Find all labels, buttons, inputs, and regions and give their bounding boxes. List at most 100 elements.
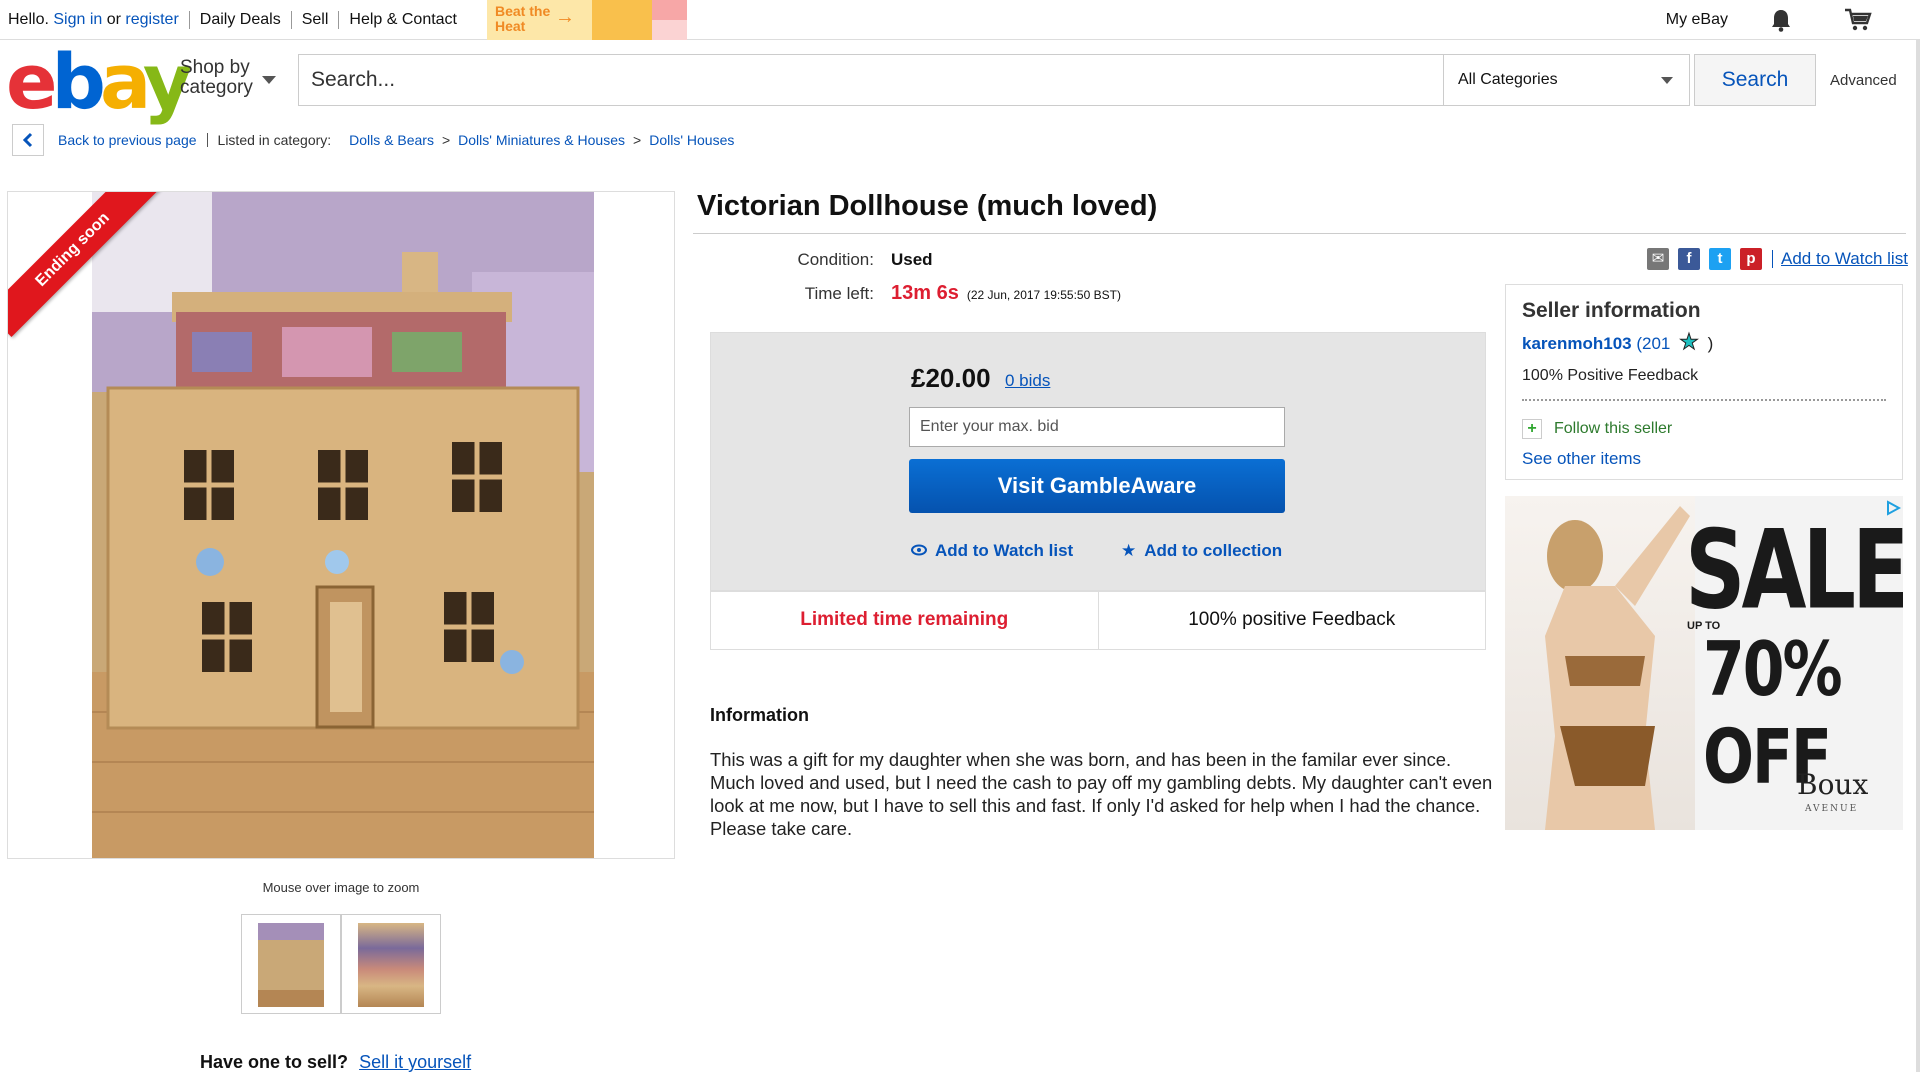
bids-link[interactable]: 0 bids <box>1005 371 1050 391</box>
breadcrumb-separator: > <box>441 132 451 148</box>
eye-icon <box>911 544 927 556</box>
search-button[interactable]: Search <box>1694 54 1816 106</box>
scrollbar[interactable] <box>1916 40 1920 1072</box>
current-price: £20.00 <box>911 363 991 393</box>
seller-positive-feedback: 100% Positive Feedback <box>1522 367 1699 384</box>
daily-deals-link[interactable]: Daily Deals <box>200 11 281 29</box>
sell-it-yourself-link[interactable]: Sell it yourself <box>359 1052 471 1072</box>
promo-banner[interactable]: Beat the Heat → <box>487 0 687 40</box>
top-bar: Hello. Sign in or register Daily Deals S… <box>0 0 1920 40</box>
my-ebay-link[interactable]: My eBay <box>1666 11 1728 29</box>
shop-by-line1: Shop by <box>180 57 250 78</box>
breadcrumb-separator: > <box>633 132 642 148</box>
or-text: or <box>106 10 121 28</box>
chevron-down-icon <box>1661 77 1673 84</box>
divider <box>290 10 292 29</box>
breadcrumb-item-miniatures[interactable]: Dolls' Miniatures & Houses <box>458 132 625 148</box>
sell-link[interactable]: Sell <box>302 11 329 29</box>
main-image-frame[interactable]: Ending soon <box>7 191 675 859</box>
item-title: Victorian Dollhouse (much loved) <box>697 190 1158 222</box>
thumbnail-2[interactable] <box>341 914 441 1014</box>
add-to-collection-button[interactable]: ★ Add to collection <box>1121 541 1282 561</box>
star-icon: ★ <box>1679 329 1700 355</box>
category-select[interactable]: All Categories <box>1444 54 1690 106</box>
description-text: This was a gift for my daughter when she… <box>710 749 1493 839</box>
ad-brand-sub: AVENUE <box>1805 804 1859 814</box>
divider <box>693 233 1906 234</box>
top-right-nav: My eBay <box>1666 0 1920 40</box>
chevron-down-icon[interactable] <box>262 76 276 84</box>
collection-label: Add to collection <box>1144 541 1283 560</box>
header: ebay Shop by category All Categories Sea… <box>0 44 1920 120</box>
ebay-logo[interactable]: ebay <box>6 44 192 120</box>
seller-username[interactable]: karenmoh103 <box>1522 334 1632 353</box>
divider <box>206 133 208 147</box>
twitter-icon[interactable]: t <box>1709 248 1731 270</box>
positive-feedback-text: 100% positive Feedback <box>1188 609 1396 630</box>
divider <box>188 10 190 29</box>
breadcrumb-item-dolls-bears[interactable]: Dolls & Bears <box>349 132 434 148</box>
ad-brand-logo: Boux <box>1797 768 1869 801</box>
watch-label: Add to Watch list <box>935 541 1074 560</box>
thumbnail-1[interactable] <box>241 914 341 1014</box>
condition-value: Used <box>891 250 933 269</box>
thumbnail-image <box>258 923 324 1007</box>
max-bid-input[interactable] <box>909 407 1285 447</box>
end-time: (22 Jun, 2017 19:55:50 BST) <box>966 288 1121 302</box>
logo-e: e <box>6 37 57 126</box>
see-other-items-link[interactable]: See other items <box>1522 449 1886 469</box>
logo-a: a <box>99 37 149 126</box>
greeting: Hello. Sign in or register <box>8 11 179 29</box>
adchoices-icon[interactable] <box>1885 500 1901 516</box>
feedback-score[interactable]: (201 <box>1636 334 1670 353</box>
category-select-value: All Categories <box>1458 71 1558 88</box>
bell-icon[interactable] <box>1770 8 1792 32</box>
search-input[interactable] <box>298 54 1444 106</box>
logo-b: b <box>51 37 106 126</box>
register-link[interactable]: register <box>125 11 178 28</box>
advertisement[interactable]: SALE UP TO 70% OFF Boux AVENUE <box>1505 496 1903 830</box>
divider <box>1522 399 1886 401</box>
dollhouse-photo[interactable] <box>92 192 594 858</box>
time-left-value: 13m 6s <box>891 282 959 304</box>
divider <box>338 10 340 29</box>
thumbnail-image <box>358 923 424 1007</box>
ad-headline: SALE <box>1685 506 1903 634</box>
plus-icon: + <box>1522 419 1542 439</box>
greeting-text: Hello. <box>8 10 49 28</box>
sell-one-prompt: Have one to sell? Sell it yourself <box>200 1052 471 1072</box>
limited-time-text: Limited time remaining <box>711 591 1099 649</box>
facebook-icon[interactable]: f <box>1678 248 1700 270</box>
dollhouse-image <box>92 192 594 858</box>
feedback-score-close: ) <box>1707 334 1714 353</box>
pinterest-icon[interactable]: p <box>1740 248 1762 270</box>
time-left: 13m 6s (22 Jun, 2017 19:55:50 BST) <box>891 282 1121 305</box>
breadcrumb: Back to previous page Listed in category… <box>12 124 734 156</box>
ad-photo <box>1545 506 1690 830</box>
seller-info-panel: Seller information karenmoh103 (201 ★ ) … <box>1505 284 1903 480</box>
help-contact-link[interactable]: Help & Contact <box>349 11 457 29</box>
shop-by-line2: category <box>180 77 253 98</box>
promo-swatch <box>652 0 687 40</box>
zoom-hint: Mouse over image to zoom <box>262 880 420 895</box>
add-to-watch-list-link[interactable]: Add to Watch list <box>1781 249 1908 269</box>
add-to-watch-list-button[interactable]: Add to Watch list <box>911 541 1073 561</box>
back-button[interactable] <box>12 124 44 156</box>
chevron-left-icon <box>22 132 33 148</box>
shop-by-category[interactable]: Shop by category <box>180 58 253 98</box>
back-link[interactable]: Back to previous page <box>58 132 197 148</box>
advanced-search-link[interactable]: Advanced <box>1830 72 1897 89</box>
sandals-icon <box>592 0 652 40</box>
sell-one-text: Have one to sell? <box>200 1052 349 1072</box>
info-strip: Limited time remaining 100% positive Fee… <box>710 590 1486 650</box>
cart-icon[interactable] <box>1844 8 1872 32</box>
share-row: ✉ f t p Add to Watch list <box>1638 248 1908 270</box>
condition-label: Condition: <box>797 250 874 269</box>
sign-in-link[interactable]: Sign in <box>53 11 102 28</box>
visit-gambleaware-button[interactable]: Visit GambleAware <box>909 459 1285 513</box>
promo-label: Beat the Heat <box>495 2 551 34</box>
email-icon[interactable]: ✉ <box>1647 248 1669 270</box>
promo-text: Beat the Heat → <box>487 0 592 40</box>
breadcrumb-item-dolls-houses[interactable]: Dolls' Houses <box>649 132 734 148</box>
follow-seller-button[interactable]: + Follow this seller <box>1522 419 1886 439</box>
